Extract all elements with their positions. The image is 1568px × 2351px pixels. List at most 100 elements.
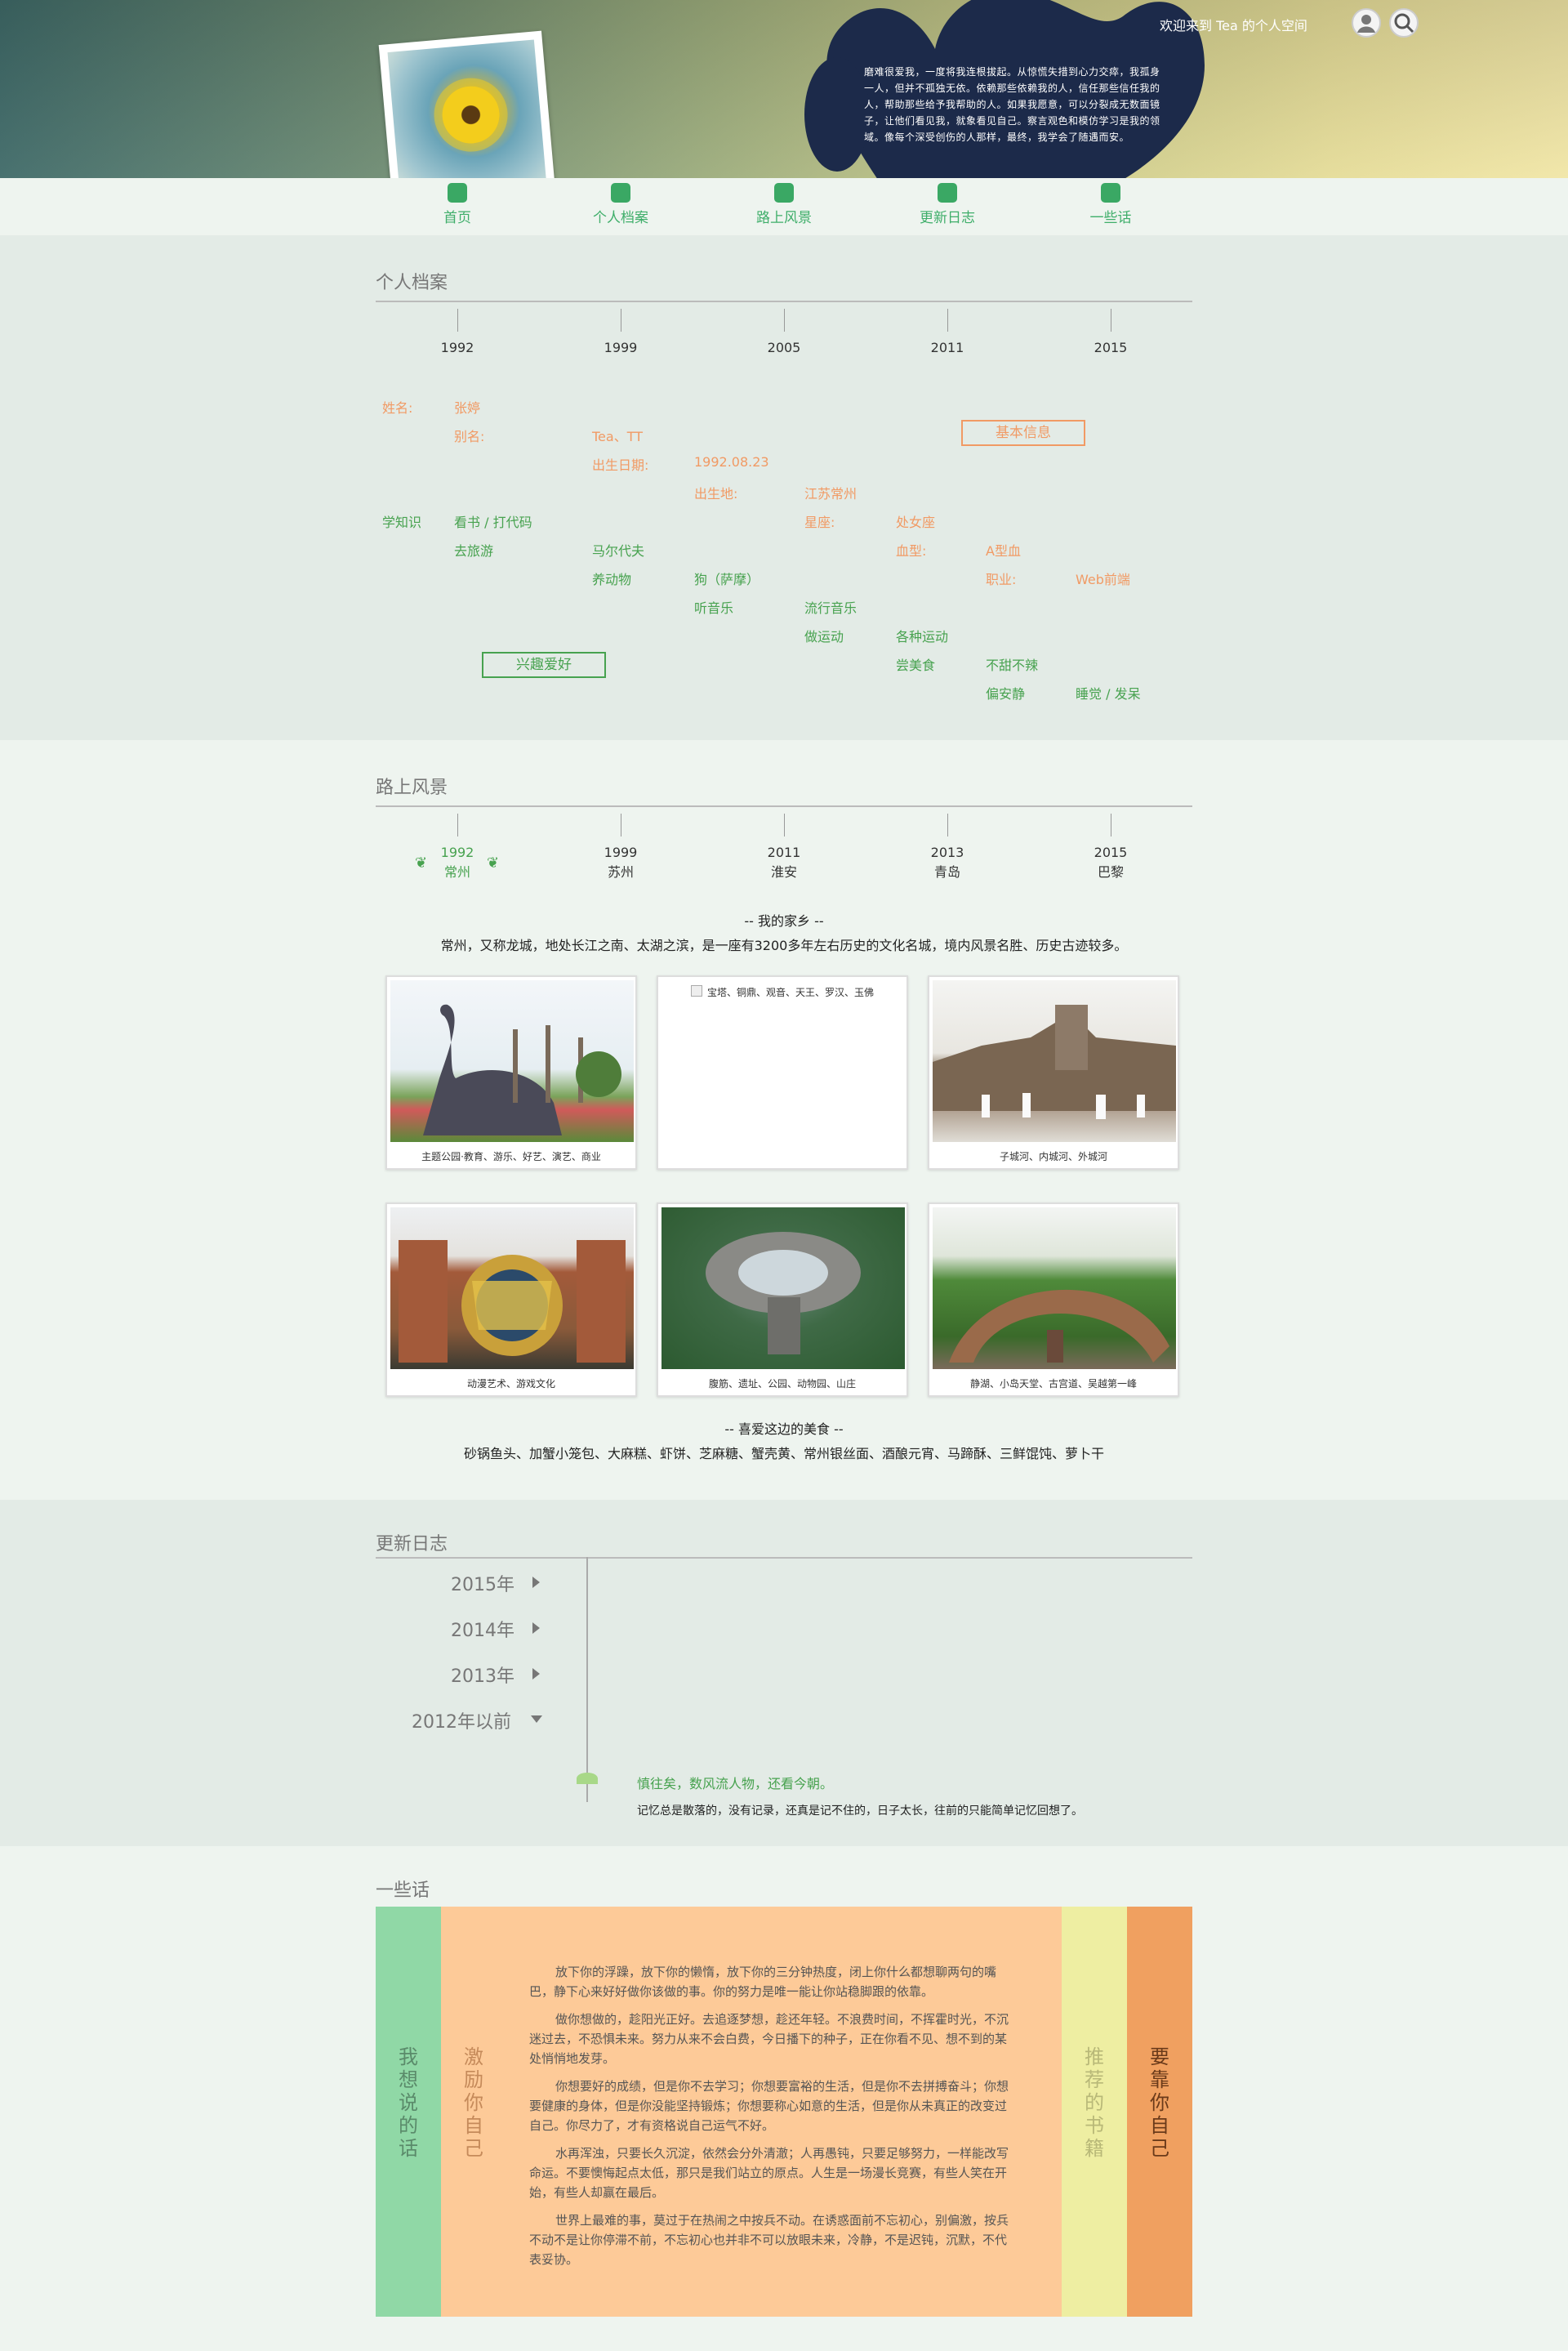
changelog-wrap: 更新日志 2015年 2014年 2013年 2012年以前 慎往矣，数风流人物…: [376, 1529, 1192, 1840]
chevron-right-icon: [532, 1577, 540, 1588]
place-label: 出生地:: [694, 486, 738, 502]
stop-year: 2011: [767, 845, 801, 860]
stop-year: 1999: [604, 845, 638, 860]
card-caption: 静湖、小岛天堂、古宫道、吴越第一峰: [969, 1378, 1137, 1390]
tab-my-words[interactable]: 我想说的话: [376, 1907, 441, 2317]
nav-profile[interactable]: 个人档案: [572, 183, 670, 226]
nav-home[interactable]: 首页: [408, 183, 506, 226]
star-label: 星座:: [804, 515, 835, 530]
tab-label: 我想说的话: [399, 2045, 418, 2160]
stop-year: 2013: [930, 845, 964, 860]
dinosaur-image: [390, 980, 634, 1142]
tab-label: 激励你自己: [464, 2045, 483, 2160]
stop-2011[interactable]: 2011 淮安: [751, 843, 817, 882]
welcome-text: 欢迎来到 Tea 的个人空间: [1160, 18, 1307, 33]
blood-label: 血型:: [896, 543, 927, 559]
birth-value: 1992.08.23: [694, 454, 769, 470]
year-label: 2015年: [451, 1575, 514, 1595]
stop-city: 苏州: [607, 864, 634, 880]
nav-log[interactable]: 更新日志: [898, 183, 996, 226]
scenery-card[interactable]: 宝塔、铜鼎、观音、天王、罗汉、玉佛: [657, 975, 908, 1170]
scenery-section: 路上风景 1992 常州 ❦ ❦ 1999 苏州 2011 淮安 2013 青岛 201…: [0, 740, 1568, 1500]
profile-section: 个人档案 1992 1999 2005 2011 2015 姓名: 张婷 别名:…: [0, 235, 1568, 740]
timeline-year: 2011: [930, 340, 964, 355]
scenery-card[interactable]: 静湖、小岛天堂、古宫道、吴越第一峰: [928, 1202, 1179, 1397]
scenery-card[interactable]: 子城河、内城河、外城河: [928, 975, 1179, 1170]
section-title: 路上风景: [376, 778, 448, 798]
theme-park-image: [390, 1207, 634, 1369]
log-icon: [938, 183, 957, 203]
stop-1999[interactable]: 1999 苏州: [588, 843, 653, 882]
tab-rely-self[interactable]: 要靠你自己: [1127, 1907, 1192, 2317]
chat-icon: [1101, 183, 1120, 203]
stop-city: 淮安: [770, 864, 797, 880]
temple-image: [933, 980, 1176, 1142]
words-section: 一些话 我想说的话 激励你自己 放下你的浮躁，放下你的懒惰，放下你的三分钟热度，…: [0, 1846, 1568, 2351]
stop-year: 1992: [440, 845, 474, 860]
chevron-down-icon: [531, 1715, 542, 1723]
year-label: 2014年: [451, 1621, 514, 1641]
food-title: -- 喜爱这边的美食 --: [724, 1421, 844, 1437]
ruins-image: [662, 1207, 905, 1369]
tab-label: 推荐的书籍: [1085, 2045, 1104, 2160]
main-nav: 首页 个人档案 路上风景 更新日志 一些话: [0, 178, 1568, 235]
hobby-item: 流行音乐: [804, 600, 858, 616]
scenery-card[interactable]: 动漫艺术、游戏文化: [385, 1202, 637, 1397]
nav-words[interactable]: 一些话: [1062, 183, 1160, 226]
timeline-tick: [457, 814, 458, 836]
year-label: 2013年: [451, 1666, 514, 1687]
hometown-desc: 常州，又称龙城，地处长江之南、太湖之滨，是一座有3200多年左右历史的文化名城，…: [440, 938, 1128, 953]
tab-label: 要靠你自己: [1150, 2045, 1169, 2160]
chevron-right-icon: [532, 1668, 540, 1680]
hobby-button[interactable]: 兴趣爱好: [482, 652, 606, 678]
tab-motivate[interactable]: 激励你自己 放下你的浮躁，放下你的懒惰，放下你的三分钟热度，闭上你什么都想聊两句…: [441, 1907, 1062, 2317]
user-icon[interactable]: [1352, 8, 1381, 38]
hobby-item: 看书 / 打代码: [454, 515, 532, 530]
hobby-item: 听音乐: [694, 600, 734, 616]
entry-text: 记忆总是散落的，没有记录，还真是记不住的，日子太长，往前的只能简单记忆回想了。: [637, 1805, 1083, 1818]
name-value: 张婷: [454, 400, 481, 416]
section-title: 一些话: [376, 1880, 430, 1901]
stop-city: 常州: [443, 864, 470, 880]
nav-label: 首页: [443, 210, 471, 226]
sunflower-head: [439, 83, 502, 146]
name-label: 姓名:: [382, 400, 413, 416]
food-list: 砂锅鱼头、加蟹小笼包、大麻糕、虾饼、芝麻糖、蟹壳黄、常州银丝面、酒酿元宵、马蹄酥…: [463, 1446, 1104, 1461]
nav-label: 更新日志: [920, 210, 975, 226]
card-caption: 宝塔、铜鼎、观音、天王、罗汉、玉佛: [707, 987, 875, 998]
scenery-card[interactable]: 主题公园·教育、游乐、好艺、演艺、商业: [385, 975, 637, 1170]
timeline-tick: [784, 309, 785, 332]
tab-books[interactable]: 推荐的书籍: [1062, 1907, 1127, 2317]
theme-park-drawing: [399, 1240, 626, 1363]
nav-label: 一些话: [1089, 210, 1132, 226]
hobby-item: 马尔代夫: [592, 543, 645, 559]
ruins-drawing: [706, 1232, 861, 1354]
scenery-card[interactable]: 腹筋、遗址、公园、动物园、山庄: [657, 1202, 908, 1397]
hobby-item: 狗（萨摩）: [694, 572, 760, 587]
timeline-tick: [947, 309, 948, 332]
bamboo-gate-drawing: [949, 1289, 1169, 1363]
stop-2013[interactable]: 2013 青岛: [915, 843, 980, 882]
job-value: Web前端: [1076, 572, 1130, 587]
stop-2015[interactable]: 2015 巴黎: [1078, 843, 1143, 882]
leaf-icon: [577, 1773, 598, 1784]
hobby-item: 去旅游: [454, 543, 494, 559]
stop-city: 青岛: [933, 864, 960, 880]
section-divider: [376, 1557, 1192, 1559]
dinosaur-drawing: [423, 1004, 621, 1135]
nav-scenery[interactable]: 路上风景: [735, 183, 833, 226]
avatar-photo: [378, 30, 556, 178]
broken-image-icon: [691, 985, 702, 997]
section-title: 更新日志: [376, 1534, 448, 1555]
alias-value: Tea、TT: [592, 429, 643, 444]
job-label: 职业:: [986, 572, 1017, 587]
entry-title: 慎往矣，数风流人物，还看今朝。: [637, 1776, 834, 1791]
sunflower-image: [387, 39, 547, 178]
basic-info-button[interactable]: 基本信息: [961, 420, 1085, 446]
hobby-item: 不甜不辣: [986, 658, 1039, 673]
words-wrap: 一些话 我想说的话 激励你自己 放下你的浮躁，放下你的懒惰，放下你的三分钟热度，…: [376, 1876, 1192, 2333]
card-caption: 动漫艺术、游戏文化: [466, 1378, 555, 1390]
search-icon[interactable]: [1389, 8, 1419, 38]
paragraph: 你想要好的成绩，但是你不去学习；你想要富裕的生活，但是你不去拼搏奋斗；你想要健康…: [529, 2079, 1009, 2133]
stop-1992[interactable]: 1992 常州: [425, 843, 490, 882]
